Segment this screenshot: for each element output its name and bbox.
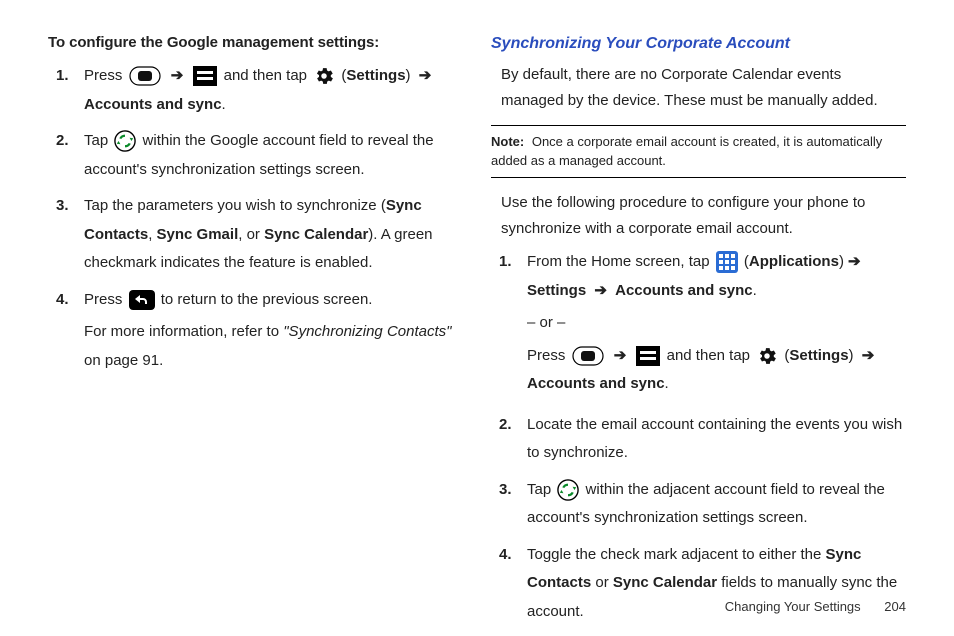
menu-button-icon	[193, 66, 217, 86]
step-number: 3.	[499, 476, 512, 505]
step-text: Locate the email account containing the …	[527, 416, 902, 462]
step-text: Tap within the adjacent account field to…	[527, 481, 885, 527]
back-button-icon	[129, 290, 155, 310]
gear-icon	[756, 345, 778, 367]
google-settings-heading: To configure the Google management setti…	[48, 30, 463, 56]
arrow-icon: ➔	[419, 62, 432, 91]
list-item: 1. From the Home screen, tap (Applicatio…	[527, 248, 906, 399]
step-alt: Press ➔ and then tap (Settings) ➔ Accoun…	[527, 342, 906, 399]
list-item: 1. Press ➔ and then tap (Settings)	[84, 62, 463, 119]
list-item: 2. Locate the email account containing t…	[527, 411, 906, 468]
step-number: 4.	[499, 541, 512, 570]
list-item: 3. Tap the parameters you wish to synchr…	[84, 192, 463, 278]
step-number: 2.	[56, 127, 69, 156]
page-body: To configure the Google management setti…	[0, 0, 954, 634]
sync-circle-icon	[114, 130, 136, 152]
google-steps-list: 1. Press ➔ and then tap (Settings)	[48, 62, 463, 375]
apps-grid-icon	[716, 251, 738, 273]
gear-icon	[313, 65, 335, 87]
step-extra: For more information, refer to "Synchron…	[84, 318, 463, 375]
list-item: 3. Tap within the adjacent account field…	[527, 476, 906, 533]
list-item: 4. Press to return to the previous scree…	[84, 286, 463, 376]
corporate-steps-list: 1. From the Home screen, tap (Applicatio…	[491, 248, 906, 626]
page-number: 204	[884, 599, 906, 614]
right-column: Synchronizing Your Corporate Account By …	[491, 30, 906, 634]
step-text: Press ➔ and then tap (Settings) ➔ Accoun…	[84, 67, 435, 113]
step-number: 3.	[56, 192, 69, 221]
arrow-icon: ➔	[862, 342, 875, 371]
list-item: 2. Tap within the Google account field t…	[84, 127, 463, 184]
step-number: 4.	[56, 286, 69, 315]
home-button-icon	[129, 66, 161, 86]
note-block: Note: Once a corporate email account is …	[491, 125, 906, 178]
sync-circle-icon	[557, 479, 579, 501]
step-text: Tap the parameters you wish to synchroni…	[84, 197, 433, 271]
step-text: Press to return to the previous screen.	[84, 291, 372, 308]
note-label: Note:	[491, 134, 524, 149]
intro-paragraph: By default, there are no Corporate Calen…	[501, 62, 906, 115]
arrow-icon: ➔	[848, 248, 861, 277]
arrow-icon: ➔	[171, 62, 184, 91]
lead-paragraph: Use the following procedure to configure…	[491, 190, 906, 243]
page-footer: Changing Your Settings 204	[725, 599, 906, 614]
step-number: 1.	[56, 62, 69, 91]
home-button-icon	[572, 346, 604, 366]
step-text: From the Home screen, tap (Applications)…	[527, 248, 906, 305]
arrow-icon: ➔	[594, 277, 607, 306]
menu-button-icon	[636, 346, 660, 366]
step-number: 2.	[499, 411, 512, 440]
step-text: Tap within the Google account field to r…	[84, 132, 434, 178]
left-column: To configure the Google management setti…	[48, 30, 463, 634]
corporate-sync-heading: Synchronizing Your Corporate Account	[491, 30, 906, 58]
step-number: 1.	[499, 248, 512, 277]
or-separator: – or –	[527, 309, 906, 338]
arrow-icon: ➔	[614, 342, 627, 371]
footer-section: Changing Your Settings	[725, 599, 861, 614]
